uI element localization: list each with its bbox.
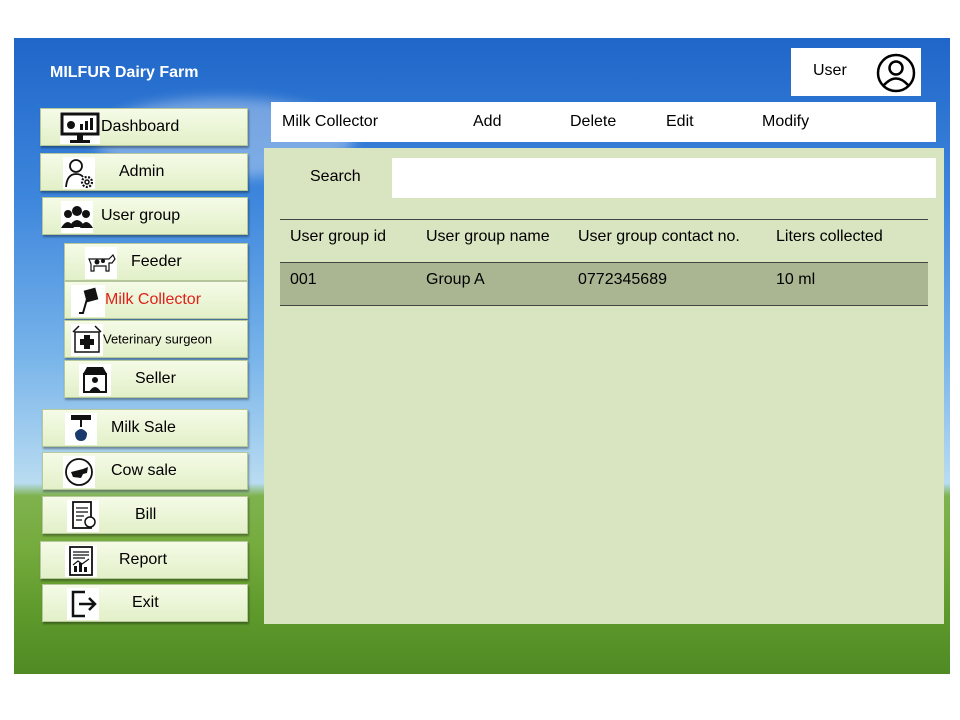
cow-sale-icon <box>63 456 95 488</box>
sidebar-item-label: Seller <box>135 370 176 387</box>
sidebar-item-label: Milk Collector <box>105 291 202 308</box>
sidebar-item-label: Milk Sale <box>111 419 176 436</box>
table-cell: 0772345689 <box>578 271 667 288</box>
sidebar-item-exit[interactable]: Exit <box>42 584 248 622</box>
column-header: User group name <box>426 228 550 245</box>
sidebar-item-label: Admin <box>119 163 165 180</box>
column-header: Liters collected <box>776 228 883 245</box>
content-panel: Search User group id User group name Use… <box>264 148 944 624</box>
add-button[interactable]: Add <box>473 113 501 131</box>
sidebar-item-label: User group <box>101 207 181 224</box>
sidebar-item-label: Report <box>119 551 168 568</box>
search-input[interactable] <box>392 158 936 198</box>
delete-button[interactable]: Delete <box>570 113 616 131</box>
veterinary-icon <box>71 324 103 356</box>
user-menu[interactable]: User <box>791 48 921 96</box>
table-header-row: User group id User group name User group… <box>280 219 928 263</box>
sidebar-item-milk-collector[interactable]: Milk Collector <box>64 281 248 319</box>
column-header: User group id <box>290 228 387 245</box>
cow-icon <box>85 247 117 279</box>
action-toolbar: Milk Collector Add Delete Edit Modify <box>271 102 936 142</box>
table-cell: Group A <box>426 271 485 288</box>
search-label: Search <box>310 168 361 185</box>
sidebar-item-seller[interactable]: Seller <box>64 360 248 398</box>
sidebar-item-admin[interactable]: Admin <box>40 153 248 191</box>
report-icon <box>65 545 97 577</box>
sidebar-item-label: Veterinary surgeon <box>103 331 213 347</box>
sidebar-item-label: Bill <box>135 506 157 523</box>
milk-sale-icon <box>65 413 97 445</box>
sidebar-item-label: Exit <box>132 594 159 611</box>
table-cell: 001 <box>290 271 317 288</box>
bill-icon <box>67 500 99 532</box>
sidebar-item-user-group[interactable]: User group <box>42 197 248 235</box>
user-group-table: User group id User group name User group… <box>280 219 928 306</box>
app-title: MILFUR Dairy Farm <box>50 64 199 81</box>
sidebar-item-feeder[interactable]: Feeder <box>64 243 248 281</box>
sidebar-item-report[interactable]: Report <box>40 541 248 579</box>
seller-shop-icon <box>79 364 111 396</box>
exit-icon <box>67 588 99 620</box>
dashboard-icon <box>60 112 100 144</box>
modify-button[interactable]: Modify <box>762 113 809 131</box>
sidebar-item-milk-sale[interactable]: Milk Sale <box>42 409 248 447</box>
user-label: User <box>813 62 847 79</box>
sidebar-item-veterinary-surgeon[interactable]: Veterinary surgeon <box>64 320 248 358</box>
table-row[interactable]: 001 Group A 0772345689 10 ml <box>280 263 928 306</box>
table-cell: 10 ml <box>776 271 816 288</box>
sidebar-item-dashboard[interactable]: Dashboard <box>40 108 248 146</box>
sidebar-item-bill[interactable]: Bill <box>42 496 248 534</box>
user-group-icon <box>61 201 93 233</box>
sidebar-item-label: Feeder <box>131 253 182 270</box>
sidebar-item-cow-sale[interactable]: Cow sale <box>42 452 248 490</box>
edit-button[interactable]: Edit <box>666 113 694 131</box>
app-window: MILFUR Dairy Farm User Dashboard Admin U… <box>14 38 950 674</box>
user-account-icon[interactable] <box>875 52 917 94</box>
column-header: User group contact no. <box>578 228 740 245</box>
admin-gear-icon <box>63 157 95 189</box>
sidebar-item-label: Cow sale <box>111 462 177 479</box>
milk-collector-icon <box>71 285 105 317</box>
sidebar-item-label: Dashboard <box>101 118 180 135</box>
toolbar-section-title: Milk Collector <box>282 113 379 130</box>
